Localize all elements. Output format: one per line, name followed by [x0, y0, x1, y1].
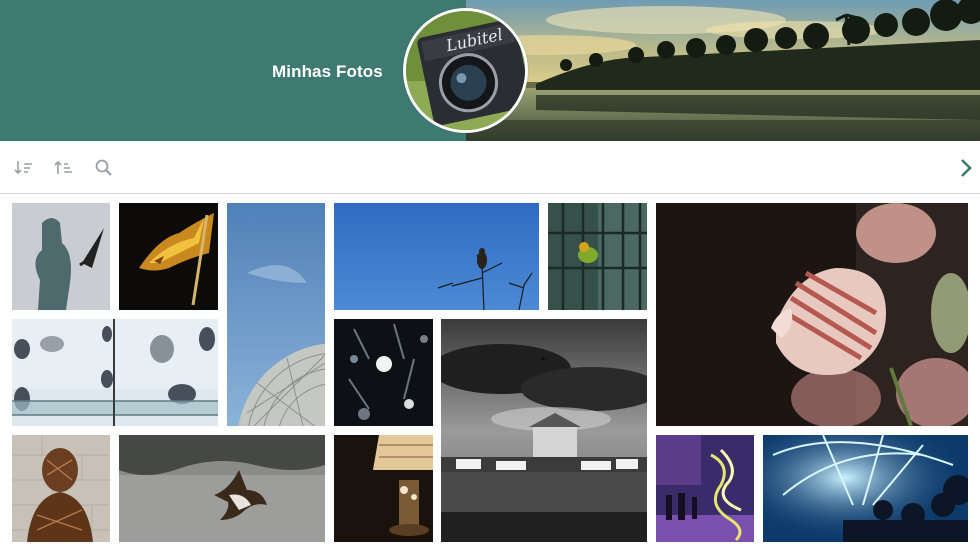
photo-flag[interactable] [119, 203, 218, 310]
photo-statue[interactable] [12, 203, 110, 310]
sort-ascending-icon[interactable] [54, 158, 74, 178]
search-icon[interactable] [94, 158, 114, 178]
photo-bokeh-crystals[interactable] [334, 319, 433, 426]
photo-hawk-flying[interactable] [119, 435, 325, 542]
page-title: Minhas Fotos [272, 62, 383, 81]
sort-descending-icon[interactable] [14, 158, 34, 178]
photo-wicker-sculpture[interactable] [12, 435, 110, 542]
camera-icon: Lubitel [406, 11, 525, 130]
photo-gallery-app: Minhas Fotos Lubitel [0, 0, 980, 552]
photo-table-lamp[interactable] [334, 435, 433, 542]
photo-striped-tulip[interactable] [656, 203, 968, 426]
header-color-band [0, 0, 466, 141]
profile-avatar[interactable]: Lubitel [403, 8, 528, 133]
profile-header: Minhas Fotos Lubitel [0, 0, 980, 141]
toolbar [0, 141, 980, 194]
photo-light-dome-crowd[interactable] [763, 435, 968, 542]
chevron-right-icon[interactable] [956, 157, 976, 179]
photo-caged-bird[interactable] [548, 203, 647, 310]
photo-glass-shelf[interactable] [12, 319, 218, 426]
cover-photo [466, 0, 980, 141]
photo-geodesic-dome[interactable] [227, 203, 325, 426]
photo-harbor-tower[interactable] [441, 319, 647, 542]
photo-neon-installation[interactable] [656, 435, 754, 542]
photo-bird-branch[interactable] [334, 203, 539, 310]
